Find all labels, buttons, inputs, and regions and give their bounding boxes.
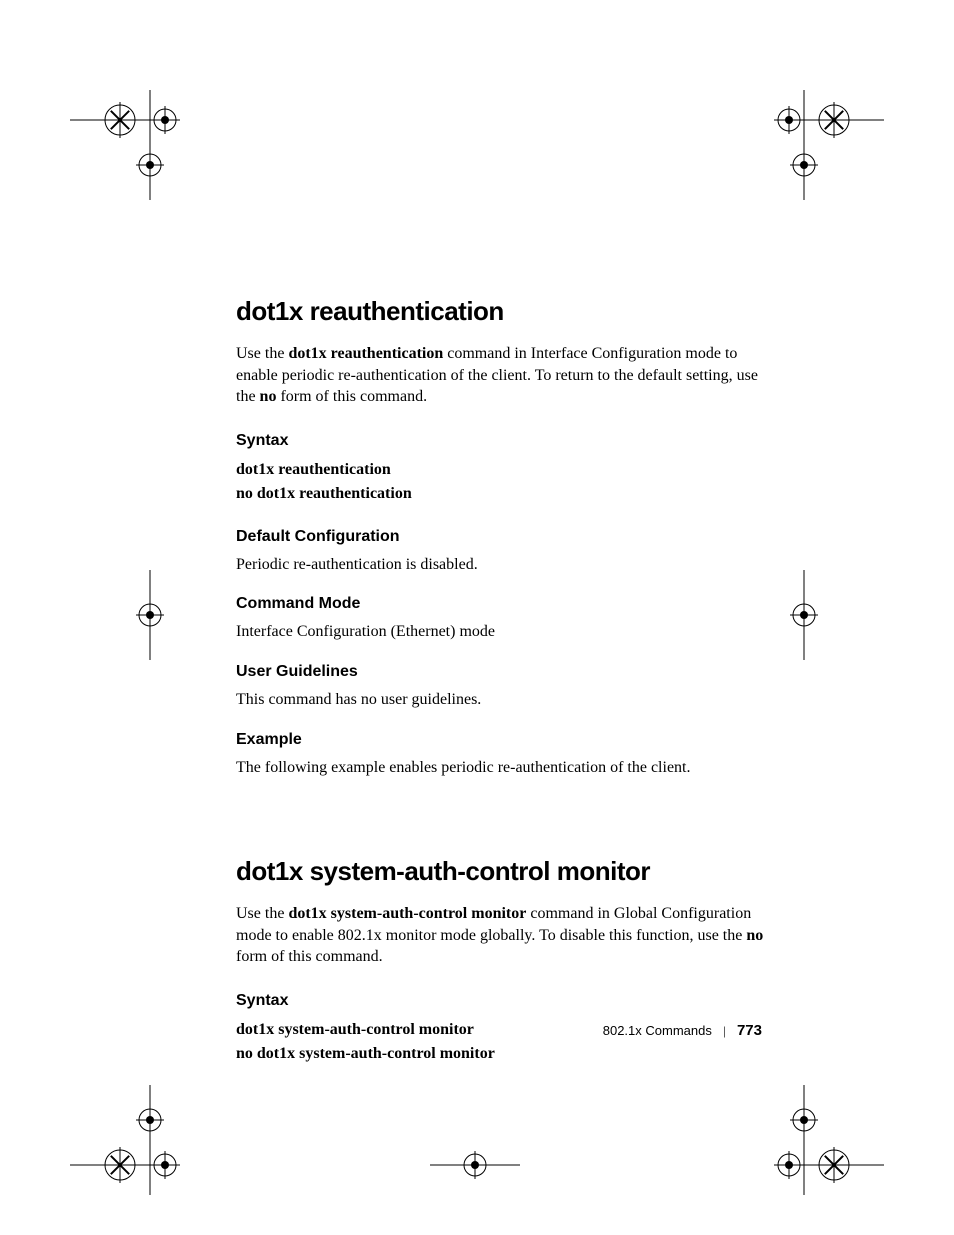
command-mode-text: Interface Configuration (Ethernet) mode — [236, 621, 766, 643]
user-guidelines-text: This command has no user guidelines. — [236, 689, 766, 711]
crop-mark-bottom-right — [774, 1085, 884, 1195]
default-config-text: Periodic re-authentication is disabled. — [236, 554, 766, 576]
intro-text: form of this command. — [236, 948, 383, 965]
intro-text: Use the — [236, 345, 288, 362]
footer-separator: | — [723, 1023, 726, 1038]
syntax-heading-2: Syntax — [236, 992, 766, 1010]
syntax-line-2: no dot1x reauthentication — [236, 482, 766, 506]
intro-text: Use the — [236, 905, 288, 922]
command-name: dot1x system-auth-control monitor — [288, 905, 526, 922]
section2-intro: Use the dot1x system-auth-control monito… — [236, 903, 766, 968]
section-heading-2: dot1x system-auth-control monitor — [236, 856, 766, 887]
footer-section-label: 802.1x Commands — [603, 1023, 712, 1038]
crop-mark-top-right — [774, 90, 884, 200]
example-text: The following example enables periodic r… — [236, 757, 766, 779]
crop-mark-bottom-left — [70, 1085, 180, 1195]
page-footer: 802.1x Commands | 773 — [603, 1022, 762, 1039]
syntax-heading: Syntax — [236, 432, 766, 450]
section1-intro: Use the dot1x reauthentication command i… — [236, 343, 766, 408]
default-config-heading: Default Configuration — [236, 528, 766, 546]
no-keyword: no — [746, 927, 763, 944]
crop-mark-bottom-center — [430, 1085, 520, 1195]
no-keyword: no — [260, 388, 277, 405]
page-number: 773 — [737, 1022, 762, 1039]
crop-mark-mid-right — [774, 570, 884, 660]
example-heading: Example — [236, 731, 766, 749]
intro-text: form of this command. — [276, 388, 427, 405]
section-heading-1: dot1x reauthentication — [236, 296, 766, 327]
command-name: dot1x reauthentication — [288, 345, 443, 362]
user-guidelines-heading: User Guidelines — [236, 663, 766, 681]
syntax-line-2-2: no dot1x system-auth-control monitor — [236, 1042, 766, 1066]
command-mode-heading: Command Mode — [236, 595, 766, 613]
crop-mark-mid-left — [70, 570, 180, 660]
syntax-line-1: dot1x reauthentication — [236, 458, 766, 482]
crop-mark-top-left — [70, 90, 180, 200]
